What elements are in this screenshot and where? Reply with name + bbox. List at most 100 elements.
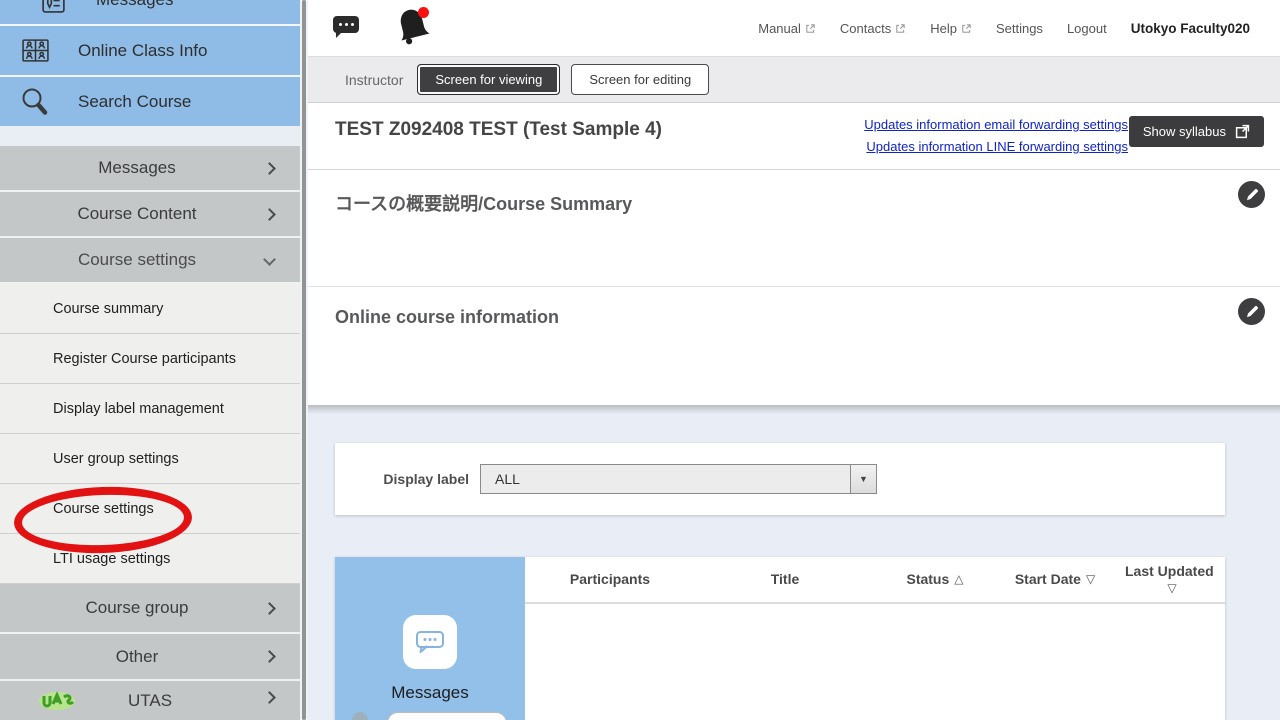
role-label: Instructor xyxy=(345,72,403,88)
sidebar-item-display-label-management[interactable]: Display label management xyxy=(0,384,300,434)
column-header-participants[interactable]: Participants xyxy=(525,557,695,602)
sidebar-item-search-course[interactable]: Search Course xyxy=(0,77,300,126)
sidebar-item-online-class-info[interactable]: Online Class Info xyxy=(0,26,300,75)
sidebar-subitem-label: Course settings xyxy=(53,501,154,517)
top-bar: Manual Contacts Help Settings Logout U xyxy=(308,0,1280,57)
external-link-icon xyxy=(961,23,972,34)
manual-link[interactable]: Manual xyxy=(758,21,816,36)
button-label: Show syllabus xyxy=(1143,124,1226,139)
sidebar-subitem-label: Register Course participants xyxy=(53,351,236,367)
pencil-icon xyxy=(1245,305,1259,319)
email-forwarding-settings-link[interactable]: Updates information email forwarding set… xyxy=(864,114,1128,136)
display-label-select[interactable]: ALL ▼ xyxy=(480,464,877,494)
main-content: Manual Contacts Help Settings Logout U xyxy=(308,0,1280,720)
column-header-title[interactable]: Title xyxy=(695,557,875,602)
edit-online-course-info-button[interactable] xyxy=(1238,298,1265,325)
settings-link[interactable]: Settings xyxy=(996,21,1043,36)
column-header-last-updated[interactable]: Last Updated ▽ xyxy=(1115,557,1225,602)
sidebar-group-label: Other xyxy=(116,647,159,667)
line-forwarding-settings-link[interactable]: Updates information LINE forwarding sett… xyxy=(864,136,1128,158)
sort-desc-icon[interactable]: ▽ xyxy=(1125,580,1219,597)
sidebar-group-other[interactable]: Other xyxy=(0,634,300,681)
sort-asc-icon[interactable]: △ xyxy=(954,571,963,588)
sidebar-subitem-label: Course summary xyxy=(53,301,163,317)
sidebar-group-label: UTAS xyxy=(76,691,274,711)
tile-button-partial[interactable] xyxy=(387,712,507,720)
table-header-row: Participants Title Status △ Start Date ▽ xyxy=(525,557,1225,604)
tile-bullet xyxy=(352,712,368,720)
sidebar-item-lti-usage-settings[interactable]: LTI usage settings xyxy=(0,534,300,584)
show-syllabus-button[interactable]: Show syllabus xyxy=(1129,116,1264,147)
tile-label: Messages xyxy=(335,683,525,703)
sidebar-group-label: Course group xyxy=(85,598,188,618)
chevron-right-icon xyxy=(263,602,276,615)
column-label: Status xyxy=(906,571,949,588)
lms-page: Messages Online Class Info xyxy=(0,0,1280,720)
sidebar-spacer xyxy=(0,126,300,146)
column-label: Start Date xyxy=(1015,571,1081,588)
sidebar-subitem-label: LTI usage settings xyxy=(53,551,170,567)
speech-bubble-icon xyxy=(403,615,457,669)
column-label: Title xyxy=(771,571,800,588)
sidebar-item-user-group-settings[interactable]: User group settings xyxy=(0,434,300,484)
forwarding-links: Updates information email forwarding set… xyxy=(864,114,1128,158)
sidebar-group-label: Course Content xyxy=(77,204,196,224)
course-summary-section: コースの概要説明/Course Summary xyxy=(308,170,1280,287)
link-label: Help xyxy=(930,21,957,36)
sidebar-item-label: Online Class Info xyxy=(78,41,207,61)
chevron-right-icon xyxy=(263,162,276,175)
sidebar-item-register-participants[interactable]: Register Course participants xyxy=(0,334,300,384)
view-mode-toolbar: Instructor Screen for viewing Screen for… xyxy=(308,57,1280,103)
dropdown-arrow-icon[interactable]: ▼ xyxy=(850,465,876,493)
selected-value: ALL xyxy=(481,465,850,493)
sidebar-item-label: Messages xyxy=(96,0,173,10)
scrollbar-thumb[interactable] xyxy=(302,0,306,720)
sidebar-item-label: Search Course xyxy=(78,92,191,112)
sidebar-group-course-content[interactable]: Course Content xyxy=(0,192,300,238)
link-label: Logout xyxy=(1067,21,1107,36)
sidebar-group-messages[interactable]: Messages xyxy=(0,146,300,192)
sidebar-item-course-settings[interactable]: Course settings xyxy=(0,484,300,534)
sidebar-subitem-label: User group settings xyxy=(53,451,179,467)
sidebar-subitem-label: Display label management xyxy=(53,401,224,417)
messages-category-tile[interactable]: Messages xyxy=(335,557,525,720)
sidebar-scrollbar[interactable] xyxy=(300,0,308,720)
screen-for-editing-button[interactable]: Screen for editing xyxy=(571,64,709,95)
course-contents-area: Display label ALL ▼ Messages xyxy=(308,405,1280,720)
help-link[interactable]: Help xyxy=(930,21,972,36)
sidebar-group-utas[interactable]: UTAS xyxy=(0,681,300,720)
chevron-right-icon xyxy=(263,650,276,663)
utas-logo xyxy=(38,688,76,715)
sidebar-item-course-summary[interactable]: Course summary xyxy=(0,284,300,334)
sidebar-item-messages-top[interactable]: Messages xyxy=(0,0,300,24)
column-label: Participants xyxy=(570,571,650,588)
external-link-icon xyxy=(805,23,816,34)
edit-course-summary-button[interactable] xyxy=(1238,181,1265,208)
pencil-icon xyxy=(1245,188,1259,202)
online-course-info-section: Online course information xyxy=(308,287,1280,404)
sidebar: Messages Online Class Info xyxy=(0,0,300,720)
memo-icon xyxy=(36,0,70,14)
column-header-status[interactable]: Status △ xyxy=(875,557,995,602)
sort-desc-icon[interactable]: ▽ xyxy=(1086,571,1095,588)
messages-table: Participants Title Status △ Start Date ▽ xyxy=(525,557,1225,720)
link-label: Manual xyxy=(758,21,801,36)
link-label: Contacts xyxy=(840,21,891,36)
notification-badge xyxy=(418,7,429,18)
contacts-link[interactable]: Contacts xyxy=(840,21,906,36)
logged-in-user: Utokyo Faculty020 xyxy=(1131,21,1250,36)
messages-icon[interactable] xyxy=(333,16,360,40)
course-summary-heading: コースの概要説明/Course Summary xyxy=(335,190,632,216)
online-course-info-heading: Online course information xyxy=(335,307,559,328)
header-links: Manual Contacts Help Settings Logout U xyxy=(758,0,1250,57)
external-link-icon xyxy=(895,23,906,34)
sidebar-group-course-settings[interactable]: Course settings xyxy=(0,238,300,284)
logout-link[interactable]: Logout xyxy=(1067,21,1107,36)
notifications-bell-icon[interactable] xyxy=(396,7,432,49)
chevron-down-icon xyxy=(263,253,276,266)
sidebar-group-course-group[interactable]: Course group xyxy=(0,584,300,634)
screen-for-viewing-button[interactable]: Screen for viewing xyxy=(417,64,560,95)
course-title: TEST Z092408 TEST (Test Sample 4) xyxy=(335,119,662,141)
column-header-start-date[interactable]: Start Date ▽ xyxy=(995,557,1115,602)
display-label-label: Display label xyxy=(335,471,469,487)
